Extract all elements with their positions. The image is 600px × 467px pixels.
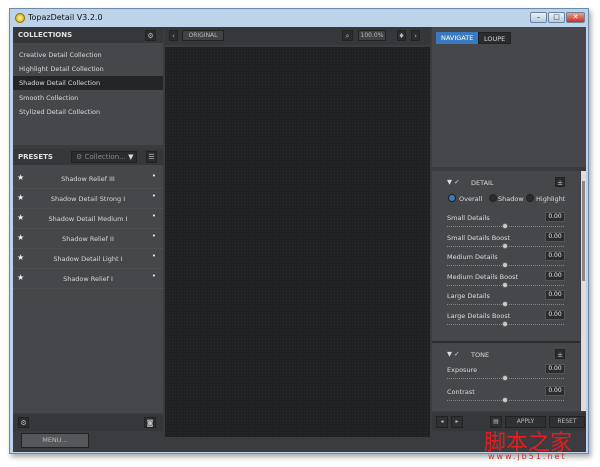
detail-title: DETAIL (471, 179, 494, 187)
watermark-url: www.jb51.net (488, 452, 567, 461)
collapse-right-chevron-icon[interactable]: › (411, 30, 420, 41)
app-window: TopazDetail V3.2.0 – □ ✕ COLLECTIONS ⚙ C… (9, 8, 589, 454)
minimize-button[interactable]: – (530, 12, 547, 23)
collection-dropdown-value: Collection... (84, 153, 126, 161)
slider-label: Small Details Boost (447, 233, 511, 242)
radio-shadow[interactable] (489, 194, 497, 202)
title-bar: TopazDetail V3.2.0 – □ ✕ (10, 9, 588, 27)
collection-item[interactable]: Smooth Collection (13, 91, 163, 105)
slider-label: Large Details Boost (447, 312, 511, 320)
collection-item[interactable]: Creative Detail Collection (13, 48, 163, 62)
maximize-button[interactable]: □ (548, 12, 565, 23)
slider-thumb[interactable] (502, 262, 508, 269)
undo-icon[interactable]: ◂ (436, 416, 448, 428)
adjustments-panel: ▼ ✓ DETAIL ± Overall Shadow Highlight Sm… (432, 171, 580, 411)
lightbulb-icon[interactable]: ♦ (397, 30, 406, 41)
slider-label: Small Details (447, 214, 490, 222)
radio-highlight[interactable] (526, 194, 534, 202)
slider-value-input[interactable]: 0.00 (545, 251, 565, 262)
collections-header: COLLECTIONS (13, 27, 163, 43)
radio-shadow-label: Shadow (498, 195, 524, 203)
preset-item[interactable]: ★ Shadow Detail Medium I • (13, 209, 163, 229)
left-bottom-bar: ⚙ ◙ (13, 415, 163, 431)
presets-panel: PRESETS ⚙ Collection... ▼ ☰ ★ Shadow Reli… (13, 149, 163, 413)
section-divider (432, 341, 580, 343)
slider-label: Contrast (447, 388, 475, 396)
slider-label: Exposure (447, 366, 478, 374)
scrollbar-thumb[interactable] (582, 181, 585, 281)
slider-thumb[interactable] (502, 281, 508, 288)
dot-icon: • (151, 192, 156, 200)
collection-item[interactable]: Stylized Detail Collection (13, 105, 163, 119)
detail-section: ▼ ✓ DETAIL ± Overall Shadow Highlight Sm… (432, 171, 580, 341)
slider-value-input[interactable]: 0.00 (545, 270, 565, 281)
slider-thumb[interactable] (502, 321, 508, 327)
dot-icon: • (151, 252, 156, 260)
collection-dropdown[interactable]: ⚙ Collection... ▼ (71, 151, 137, 163)
slider-value-input[interactable]: 0.00 (545, 310, 565, 320)
dot-icon: • (151, 172, 156, 180)
zoom-magnifier-icon[interactable]: ⌕ (342, 30, 353, 41)
preset-item[interactable]: ★ Shadow Relief II • (13, 229, 163, 249)
dot-icon: • (151, 272, 156, 280)
slider-thumb[interactable] (502, 397, 508, 403)
detail-reset-icon[interactable]: ± (555, 177, 565, 187)
dot-icon: • (151, 232, 156, 240)
settings-gear-icon[interactable]: ⚙ (18, 417, 29, 428)
slider-value-input[interactable]: 0.00 (545, 290, 565, 301)
collapse-left-chevron-icon[interactable]: ‹ (169, 30, 178, 41)
redo-icon[interactable]: ▸ (451, 416, 463, 428)
tone-expand-triangle-icon[interactable]: ▼ ✓ (447, 350, 460, 358)
collection-item-selected[interactable]: Shadow Detail Collection (13, 76, 163, 90)
slider-thumb[interactable] (502, 375, 508, 381)
adjustments-scrollbar[interactable] (581, 171, 586, 411)
slider-label: Medium Details (447, 253, 498, 262)
detail-expand-triangle-icon[interactable]: ▼ ✓ (447, 178, 460, 186)
close-button[interactable]: ✕ (566, 12, 585, 23)
slider-value-input[interactable]: 0.00 (545, 364, 565, 374)
slider-value-input[interactable]: 0.00 (545, 212, 565, 222)
window-title: TopazDetail V3.2.0 (28, 13, 103, 22)
preset-item[interactable]: ★ Shadow Relief III • (13, 169, 163, 189)
collections-panel: COLLECTIONS ⚙ Creative Detail Collection… (13, 27, 163, 145)
dot-icon: • (151, 212, 156, 220)
collection-item[interactable]: Highlight Detail Collection (13, 62, 163, 76)
radio-overall-label: Overall (459, 195, 483, 203)
preset-item[interactable]: ★ Shadow Relief I • (13, 269, 163, 289)
preset-item[interactable]: ★ Shadow Detail Strong I • (13, 189, 163, 209)
slider-thumb[interactable] (502, 301, 508, 308)
slider-thumb[interactable] (502, 242, 508, 249)
zoom-level[interactable]: 100.0% (358, 30, 386, 41)
slider-thumb[interactable] (502, 223, 508, 229)
slider-label: Large Details (447, 292, 490, 301)
slider-value-input[interactable]: 0.00 (545, 231, 565, 242)
app-body: COLLECTIONS ⚙ Creative Detail Collection… (13, 27, 586, 452)
tab-navigate[interactable]: NAVIGATE (436, 32, 479, 44)
preset-item[interactable]: ★ Shadow Detail Light I • (13, 249, 163, 269)
collections-settings-gear-icon[interactable]: ⚙ (145, 30, 156, 41)
radio-overall[interactable] (448, 194, 456, 202)
tone-title: TONE (471, 351, 490, 359)
tone-reset-icon[interactable]: ± (555, 349, 565, 359)
slider-value-input[interactable]: 0.00 (545, 386, 565, 396)
menu-button[interactable]: MENU... (21, 433, 89, 448)
list-view-icon[interactable]: ☰ (146, 151, 157, 163)
tone-section: ▼ ✓ TONE ± Exposure 0.00 Contrast 0.00 (432, 345, 580, 411)
tab-loupe[interactable]: LOUPE (478, 32, 512, 44)
slider-label: Medium Details Boost (447, 272, 519, 281)
preview-toolbar: ‹ ORIGINAL ⌕ 100.0% ♦ › (165, 27, 430, 45)
camera-icon[interactable]: ◙ (144, 417, 156, 428)
image-preview-canvas[interactable] (165, 47, 430, 437)
radio-highlight-label: Highlight (536, 195, 566, 203)
original-button[interactable]: ORIGINAL (182, 30, 224, 41)
app-logo-icon (15, 13, 25, 23)
navigator-panel: NAVIGATE LOUPE (432, 27, 586, 167)
